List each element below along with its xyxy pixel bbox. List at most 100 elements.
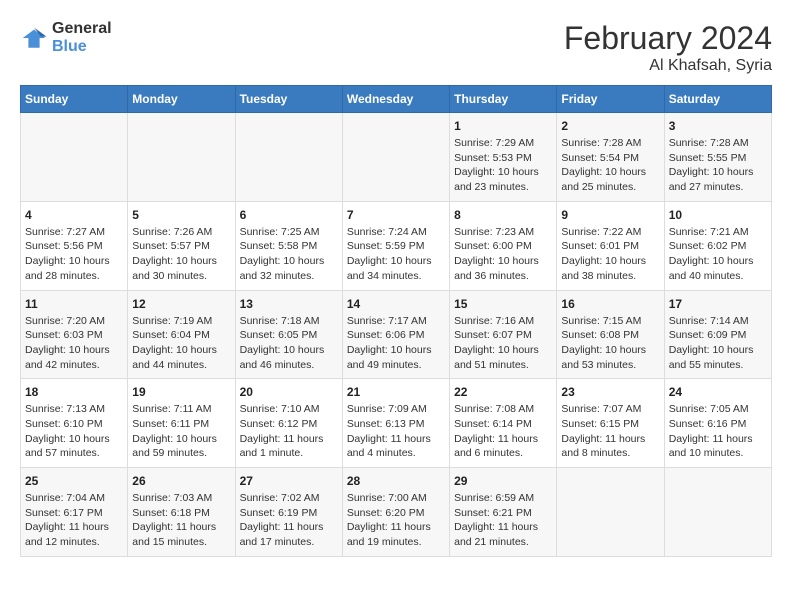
calendar-cell: 24 Sunrise: 7:05 AM Sunset: 6:16 PM Dayli…	[664, 379, 771, 468]
calendar-cell: 15 Sunrise: 7:16 AM Sunset: 6:07 PM Dayli…	[450, 290, 557, 379]
day-info: Sunrise: 7:17 AM Sunset: 6:06 PM Dayligh…	[347, 314, 445, 373]
logo: General Blue	[20, 20, 112, 56]
day-number: 2	[561, 119, 659, 133]
calendar-cell: 12 Sunrise: 7:19 AM Sunset: 6:04 PM Dayli…	[128, 290, 235, 379]
column-header-thursday: Thursday	[450, 86, 557, 113]
day-number: 28	[347, 474, 445, 488]
day-number: 5	[132, 208, 230, 222]
day-number: 16	[561, 297, 659, 311]
day-info: Sunrise: 7:22 AM Sunset: 6:01 PM Dayligh…	[561, 225, 659, 284]
calendar-cell: 5 Sunrise: 7:26 AM Sunset: 5:57 PM Daylig…	[128, 201, 235, 290]
day-info: Sunrise: 7:14 AM Sunset: 6:09 PM Dayligh…	[669, 314, 767, 373]
calendar-cell: 13 Sunrise: 7:18 AM Sunset: 6:05 PM Dayli…	[235, 290, 342, 379]
calendar-week-2: 4Sunrise: 7:27 AM Sunset: 5:56 PM Daylig…	[21, 201, 772, 290]
day-number: 14	[347, 297, 445, 311]
calendar-cell	[128, 113, 235, 202]
column-header-tuesday: Tuesday	[235, 86, 342, 113]
calendar-cell: 28 Sunrise: 7:00 AM Sunset: 6:20 PM Dayli…	[342, 468, 449, 557]
calendar-cell	[342, 113, 449, 202]
day-number: 19	[132, 385, 230, 399]
calendar-header: SundayMondayTuesdayWednesdayThursdayFrid…	[21, 86, 772, 113]
day-info: Sunrise: 7:03 AM Sunset: 6:18 PM Dayligh…	[132, 491, 230, 550]
day-number: 6	[240, 208, 338, 222]
day-info: Sunrise: 7:00 AM Sunset: 6:20 PM Dayligh…	[347, 491, 445, 550]
calendar-cell: 14 Sunrise: 7:17 AM Sunset: 6:06 PM Dayli…	[342, 290, 449, 379]
day-info: Sunrise: 7:20 AM Sunset: 6:03 PM Dayligh…	[25, 314, 123, 373]
day-info: Sunrise: 7:19 AM Sunset: 6:04 PM Dayligh…	[132, 314, 230, 373]
calendar-cell: 10 Sunrise: 7:21 AM Sunset: 6:02 PM Dayli…	[664, 201, 771, 290]
day-number: 15	[454, 297, 552, 311]
calendar-week-4: 18 Sunrise: 7:13 AM Sunset: 6:10 PM Dayli…	[21, 379, 772, 468]
day-number: 13	[240, 297, 338, 311]
calendar-cell: 27Sunrise: 7:02 AM Sunset: 6:19 PM Dayli…	[235, 468, 342, 557]
column-header-friday: Friday	[557, 86, 664, 113]
calendar-cell: 4Sunrise: 7:27 AM Sunset: 5:56 PM Daylig…	[21, 201, 128, 290]
day-info: Sunrise: 7:10 AM Sunset: 6:12 PM Dayligh…	[240, 402, 338, 461]
logo-text-line1: General	[52, 20, 112, 38]
day-number: 7	[347, 208, 445, 222]
calendar-cell: 9 Sunrise: 7:22 AM Sunset: 6:01 PM Daylig…	[557, 201, 664, 290]
day-number: 18	[25, 385, 123, 399]
day-number: 17	[669, 297, 767, 311]
day-number: 1	[454, 119, 552, 133]
day-info: Sunrise: 7:26 AM Sunset: 5:57 PM Dayligh…	[132, 225, 230, 284]
calendar-cell: 20 Sunrise: 7:10 AM Sunset: 6:12 PM Dayli…	[235, 379, 342, 468]
calendar-cell: 21 Sunrise: 7:09 AM Sunset: 6:13 PM Dayli…	[342, 379, 449, 468]
day-number: 12	[132, 297, 230, 311]
column-header-monday: Monday	[128, 86, 235, 113]
day-info: Sunrise: 7:04 AM Sunset: 6:17 PM Dayligh…	[25, 491, 123, 550]
day-info: Sunrise: 7:23 AM Sunset: 6:00 PM Dayligh…	[454, 225, 552, 284]
day-info: Sunrise: 7:13 AM Sunset: 6:10 PM Dayligh…	[25, 402, 123, 461]
calendar-cell: 7 Sunrise: 7:24 AM Sunset: 5:59 PM Daylig…	[342, 201, 449, 290]
day-info: Sunrise: 7:29 AM Sunset: 5:53 PM Dayligh…	[454, 136, 552, 195]
title-block: February 2024 Al Khafsah, Syria	[564, 20, 772, 75]
day-info: Sunrise: 7:27 AM Sunset: 5:56 PM Dayligh…	[25, 225, 123, 284]
day-info: Sunrise: 7:11 AM Sunset: 6:11 PM Dayligh…	[132, 402, 230, 461]
calendar-cell	[557, 468, 664, 557]
calendar-body: 1 Sunrise: 7:29 AM Sunset: 5:53 PM Daylig…	[21, 113, 772, 557]
calendar-cell: 16 Sunrise: 7:15 AM Sunset: 6:08 PM Dayli…	[557, 290, 664, 379]
day-info: Sunrise: 7:05 AM Sunset: 6:16 PM Dayligh…	[669, 402, 767, 461]
calendar-cell: 11Sunrise: 7:20 AM Sunset: 6:03 PM Dayli…	[21, 290, 128, 379]
day-number: 9	[561, 208, 659, 222]
day-info: Sunrise: 7:16 AM Sunset: 6:07 PM Dayligh…	[454, 314, 552, 373]
logo-text-line2: Blue	[52, 38, 112, 56]
day-number: 23	[561, 385, 659, 399]
month-title: February 2024	[564, 20, 772, 57]
column-header-saturday: Saturday	[664, 86, 771, 113]
calendar-week-1: 1 Sunrise: 7:29 AM Sunset: 5:53 PM Daylig…	[21, 113, 772, 202]
day-info: Sunrise: 7:24 AM Sunset: 5:59 PM Dayligh…	[347, 225, 445, 284]
day-number: 3	[669, 119, 767, 133]
day-number: 20	[240, 385, 338, 399]
page-header: General Blue February 2024 Al Khafsah, S…	[20, 20, 772, 75]
day-number: 29	[454, 474, 552, 488]
day-info: Sunrise: 7:25 AM Sunset: 5:58 PM Dayligh…	[240, 225, 338, 284]
day-number: 21	[347, 385, 445, 399]
day-info: Sunrise: 7:18 AM Sunset: 6:05 PM Dayligh…	[240, 314, 338, 373]
calendar-cell: 26 Sunrise: 7:03 AM Sunset: 6:18 PM Dayli…	[128, 468, 235, 557]
calendar-cell	[21, 113, 128, 202]
calendar-week-5: 25 Sunrise: 7:04 AM Sunset: 6:17 PM Dayli…	[21, 468, 772, 557]
day-number: 25	[25, 474, 123, 488]
day-number: 24	[669, 385, 767, 399]
calendar-cell: 17 Sunrise: 7:14 AM Sunset: 6:09 PM Dayli…	[664, 290, 771, 379]
calendar-cell: 22Sunrise: 7:08 AM Sunset: 6:14 PM Dayli…	[450, 379, 557, 468]
day-info: Sunrise: 7:15 AM Sunset: 6:08 PM Dayligh…	[561, 314, 659, 373]
calendar-cell: 23 Sunrise: 7:07 AM Sunset: 6:15 PM Dayli…	[557, 379, 664, 468]
calendar-table: SundayMondayTuesdayWednesdayThursdayFrid…	[20, 85, 772, 557]
calendar-cell: 19 Sunrise: 7:11 AM Sunset: 6:11 PM Dayli…	[128, 379, 235, 468]
day-number: 27	[240, 474, 338, 488]
column-header-sunday: Sunday	[21, 86, 128, 113]
day-info: Sunrise: 7:28 AM Sunset: 5:55 PM Dayligh…	[669, 136, 767, 195]
calendar-week-3: 11Sunrise: 7:20 AM Sunset: 6:03 PM Dayli…	[21, 290, 772, 379]
day-number: 10	[669, 208, 767, 222]
day-info: Sunrise: 7:07 AM Sunset: 6:15 PM Dayligh…	[561, 402, 659, 461]
day-info: Sunrise: 7:09 AM Sunset: 6:13 PM Dayligh…	[347, 402, 445, 461]
calendar-cell: 29Sunrise: 6:59 AM Sunset: 6:21 PM Dayli…	[450, 468, 557, 557]
calendar-cell	[235, 113, 342, 202]
day-info: Sunrise: 7:21 AM Sunset: 6:02 PM Dayligh…	[669, 225, 767, 284]
calendar-cell: 18 Sunrise: 7:13 AM Sunset: 6:10 PM Dayli…	[21, 379, 128, 468]
calendar-cell: 6 Sunrise: 7:25 AM Sunset: 5:58 PM Daylig…	[235, 201, 342, 290]
day-number: 26	[132, 474, 230, 488]
location-title: Al Khafsah, Syria	[564, 57, 772, 75]
